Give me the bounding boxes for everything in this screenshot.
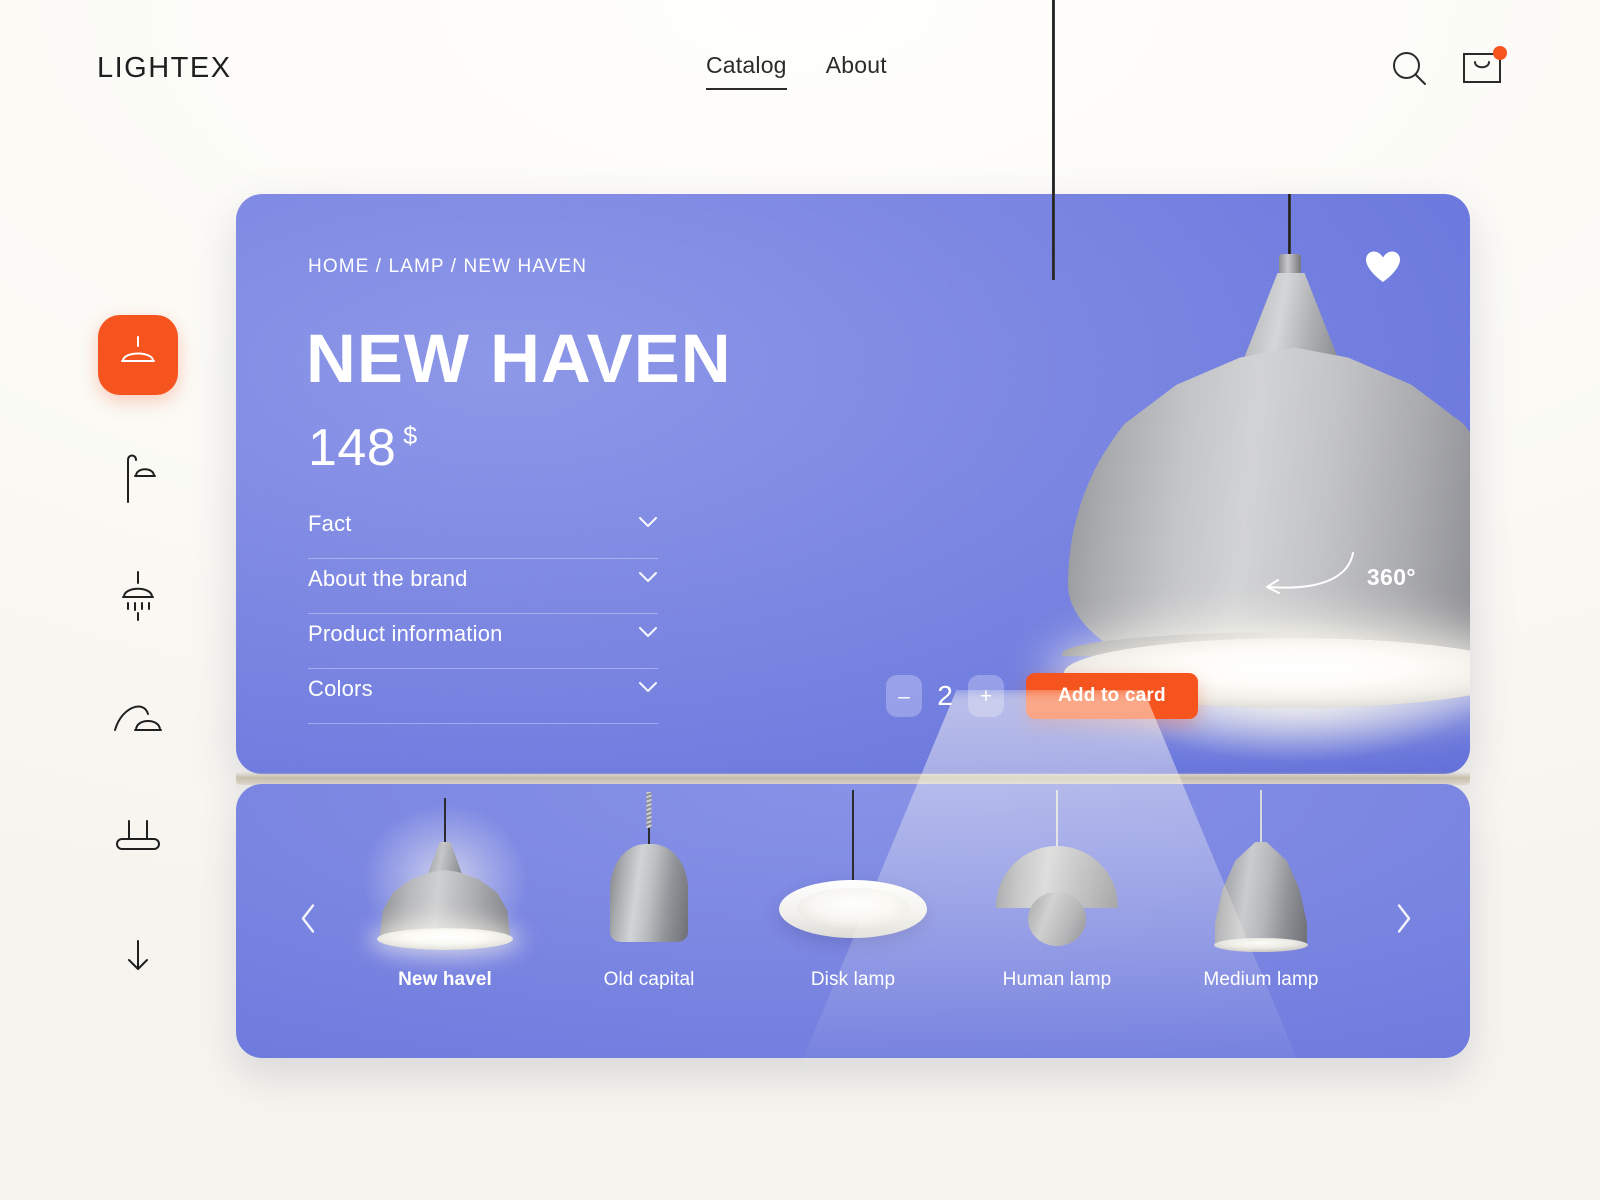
- chevron-down-icon: [638, 570, 658, 588]
- header-actions: [1389, 46, 1507, 88]
- accordion-item-about-the-brand[interactable]: About the brand: [308, 559, 658, 614]
- pendant-lamp-icon: [115, 330, 161, 381]
- chevron-right-icon: [1394, 904, 1414, 939]
- purchase-controls: – 2 + Add to card: [886, 673, 1198, 719]
- product-hero-card: HOME / LAMP / NEW HAVEN NEW HAVEN 148 $ …: [236, 194, 1470, 774]
- thumb-lamp-bulb: [1028, 892, 1086, 946]
- breadcrumb[interactable]: HOME / LAMP / NEW HAVEN: [308, 256, 587, 278]
- chevron-down-icon: [638, 680, 658, 698]
- accordion-item-product-information[interactable]: Product information: [308, 614, 658, 669]
- shower-lamp-icon: [112, 567, 164, 630]
- thumb-cord: [852, 790, 854, 884]
- carousel-item-medium-lamp[interactable]: Medium lamp: [1159, 784, 1363, 1058]
- chevron-down-icon: [638, 625, 658, 643]
- carousel-track: New havel Old capital Disk lamp Human la…: [236, 784, 1470, 1058]
- thumb-lamp-bulb: [1214, 938, 1308, 952]
- thumb-cord: [444, 798, 446, 846]
- rotate-arrow-icon: [1245, 547, 1361, 608]
- favorite-button[interactable]: [1364, 250, 1402, 289]
- chevron-left-icon: [298, 904, 318, 939]
- thumb-lamp-bulb: [797, 888, 909, 928]
- quantity-increment-button[interactable]: +: [968, 675, 1004, 717]
- thumb-braided-cord: [646, 792, 652, 828]
- add-to-cart-button[interactable]: Add to card: [1026, 673, 1198, 719]
- accordion-label: Fact: [308, 510, 352, 536]
- arc-lamp-icon: [110, 692, 166, 745]
- chevron-down-icon: [638, 515, 658, 533]
- carousel-item-image: [547, 784, 751, 962]
- price-currency: $: [403, 422, 418, 450]
- price-value: 148: [308, 419, 397, 477]
- category-sidebar: [98, 315, 178, 1038]
- accordion-label: Product information: [308, 620, 503, 646]
- nav-item-catalog[interactable]: Catalog: [706, 52, 787, 90]
- related-products-carousel: New havel Old capital Disk lamp Human la…: [236, 784, 1470, 1058]
- carousel-item-old-capital[interactable]: Old capital: [547, 784, 751, 1058]
- shopping-bag-icon[interactable]: [1462, 46, 1507, 86]
- carousel-next-button[interactable]: [1394, 903, 1414, 940]
- carousel-item-image: [1159, 784, 1363, 962]
- rotate-360-label: 360°: [1366, 564, 1416, 590]
- carousel-item-image: [343, 784, 547, 962]
- site-header: LIGHTEX Catalog About: [0, 0, 1600, 135]
- thumb-lamp-shade: [380, 870, 510, 936]
- thumb-cord: [1260, 790, 1262, 846]
- carousel-item-label: Disk lamp: [810, 969, 896, 990]
- accordion-item-fact[interactable]: Fact: [308, 504, 658, 559]
- page-title: NEW HAVEN: [306, 320, 732, 397]
- heart-icon: [1364, 251, 1402, 288]
- thumb-lamp-bulb: [377, 928, 513, 950]
- accordion-label: About the brand: [308, 565, 468, 591]
- sidebar-item-bar-pendant-lamp[interactable]: [98, 798, 178, 878]
- quantity-decrement-button[interactable]: –: [886, 675, 922, 717]
- quantity-stepper: – 2 +: [886, 675, 1004, 717]
- accordion-label: Colors: [308, 675, 373, 701]
- sidebar-item-pendant-lamp[interactable]: [98, 315, 178, 395]
- thumb-lamp-shade: [1215, 842, 1307, 946]
- carousel-item-label: Human lamp: [1002, 969, 1112, 990]
- carousel-item-disk-lamp[interactable]: Disk lamp: [751, 784, 955, 1058]
- accordion-item-colors[interactable]: Colors: [308, 669, 658, 724]
- carousel-item-image: [751, 784, 955, 962]
- search-icon[interactable]: [1389, 48, 1429, 88]
- rotate-360-control[interactable]: 360°: [1245, 547, 1416, 608]
- carousel-item-human-lamp[interactable]: Human lamp: [955, 784, 1159, 1058]
- thumb-lamp-neck: [428, 842, 462, 874]
- carousel-item-image: [955, 784, 1159, 962]
- street-lamp-icon: [114, 448, 162, 509]
- thumb-cord: [1056, 790, 1058, 850]
- sidebar-item-shower-lamp[interactable]: [98, 558, 178, 638]
- quantity-value: 2: [937, 680, 953, 711]
- main-navigation: Catalog About: [706, 52, 887, 90]
- arrow-down-icon: [121, 936, 155, 981]
- sidebar-item-street-lamp[interactable]: [98, 438, 178, 518]
- thumb-lamp-shade: [610, 844, 688, 942]
- product-price: 148 $: [308, 422, 417, 474]
- carousel-item-label: Medium lamp: [1203, 969, 1319, 990]
- nav-item-about[interactable]: About: [826, 52, 887, 88]
- cart-notification-dot: [1493, 46, 1507, 60]
- bar-pendant-lamp-icon: [111, 813, 165, 864]
- sidebar-scroll-down-button[interactable]: [98, 918, 178, 998]
- carousel-item-new-havel[interactable]: New havel: [343, 784, 547, 1058]
- product-accordion: Fact About the brand Product information…: [308, 504, 658, 724]
- sidebar-item-arc-lamp[interactable]: [98, 678, 178, 758]
- brand-logo[interactable]: LIGHTEX: [97, 52, 232, 85]
- carousel-item-label: Old capital: [603, 969, 695, 990]
- carousel-prev-button[interactable]: [298, 903, 318, 940]
